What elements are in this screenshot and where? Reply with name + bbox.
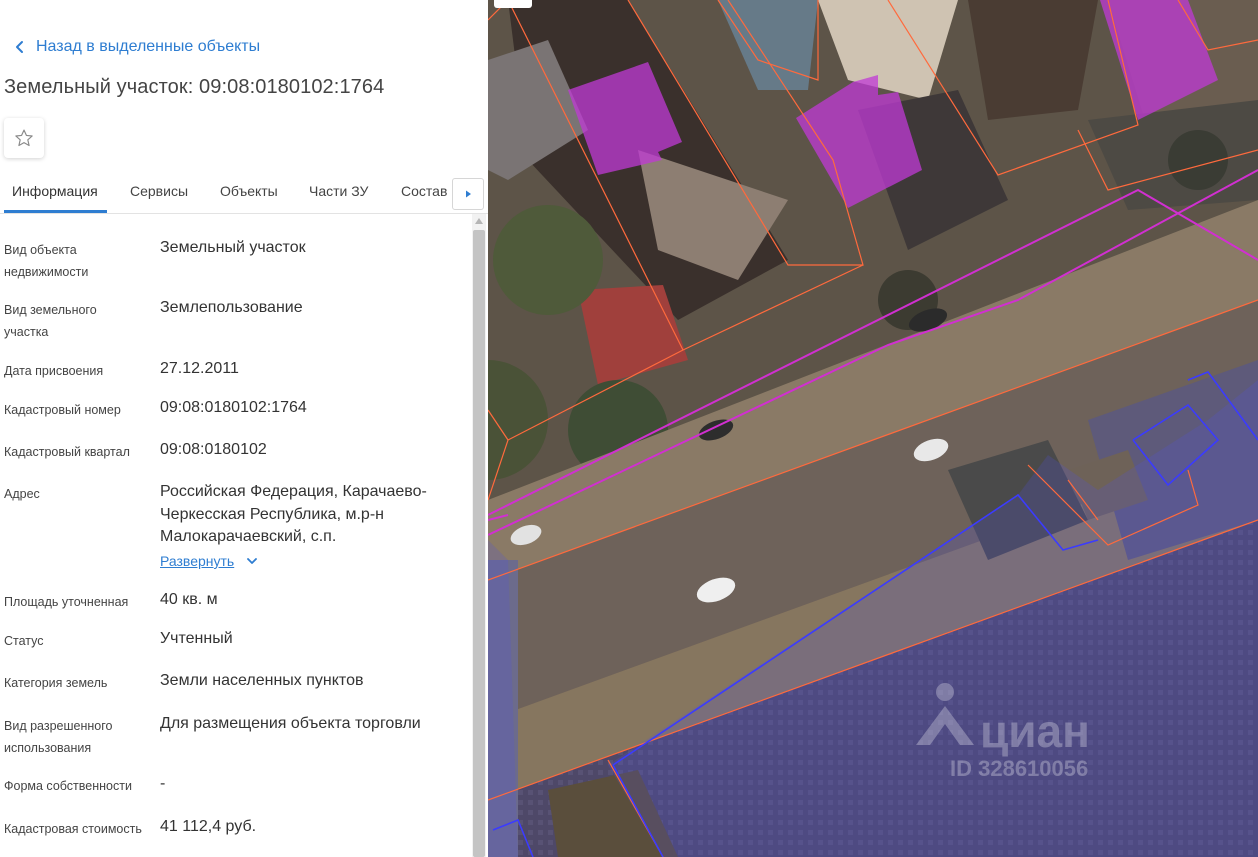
tab-objects[interactable]: Объекты bbox=[220, 183, 278, 199]
tabs-scroll-right-button[interactable] bbox=[452, 178, 484, 210]
field-value-cadastral-quarter: 09:08:0180102 bbox=[160, 441, 267, 458]
tab-services[interactable]: Сервисы bbox=[130, 183, 188, 199]
scroll-up-arrow-icon[interactable] bbox=[475, 218, 483, 224]
tab-information[interactable]: Информация bbox=[12, 183, 98, 199]
field-value-cadastral-number: 09:08:0180102:1764 bbox=[160, 399, 307, 416]
field-label-land-category: Категория земель bbox=[4, 676, 108, 690]
field-label-status: Статус bbox=[4, 634, 44, 648]
map-control-fragment[interactable] bbox=[494, 0, 532, 8]
info-panel: Назад в выделенные объекты Земельный уча… bbox=[0, 0, 488, 857]
map-view[interactable]: циан ID 328610056 bbox=[488, 0, 1258, 857]
field-label-cadastral-number: Кадастровый номер bbox=[4, 403, 121, 417]
chevron-left-icon bbox=[16, 41, 23, 53]
caret-right-icon bbox=[466, 190, 471, 198]
watermark-logo: циан bbox=[980, 705, 1090, 757]
field-value-land-category: Земли населенных пунктов bbox=[160, 672, 364, 689]
field-label-ownership: Форма собственности bbox=[4, 779, 132, 793]
field-value-permitted-use: Для размещения объекта торговли bbox=[160, 715, 421, 732]
field-label-area: Площадь уточненная bbox=[4, 595, 129, 609]
field-label-parcel-type: Вид земельного участка bbox=[4, 303, 97, 339]
expand-label: Развернуть bbox=[160, 553, 235, 569]
back-link-label: Назад в выделенные объекты bbox=[36, 38, 261, 55]
field-label-assign-date: Дата присвоения bbox=[4, 364, 104, 378]
field-value-area: 40 кв. м bbox=[160, 591, 218, 608]
back-link[interactable]: Назад в выделенные объекты bbox=[10, 37, 260, 57]
field-value-assign-date: 27.12.2011 bbox=[160, 360, 239, 377]
field-label-address: Адрес bbox=[4, 487, 40, 501]
field-value-address: Российская Федерация, Карачаево-Черкесск… bbox=[160, 483, 427, 545]
tab-bar: Информация Сервисы Объекты Части ЗУ Сост… bbox=[0, 172, 488, 214]
page-title: Земельный участок: 09:08:0180102:1764 bbox=[4, 76, 385, 98]
chevron-down-icon bbox=[247, 558, 258, 564]
tab-parts[interactable]: Части ЗУ bbox=[309, 183, 368, 199]
field-label-object-type: Вид объекта недвижимости bbox=[4, 243, 89, 279]
star-outline-icon bbox=[15, 129, 33, 147]
field-label-cadastral-quarter: Кадастровый квартал bbox=[4, 445, 130, 459]
favorite-button[interactable] bbox=[4, 118, 44, 158]
satellite-map[interactable]: циан ID 328610056 bbox=[488, 0, 1258, 857]
field-value-status: Учтенный bbox=[160, 630, 233, 647]
field-value-ownership: - bbox=[160, 775, 166, 792]
field-value-object-type: Земельный участок bbox=[160, 239, 306, 256]
scroll-thumb[interactable] bbox=[473, 230, 485, 857]
field-value-cadastral-value: 41 112,4 руб. bbox=[160, 818, 257, 835]
address-expand-link[interactable]: Развернуть bbox=[160, 553, 260, 569]
field-value-parcel-type: Землепользование bbox=[160, 299, 303, 316]
watermark-id: ID 328610056 bbox=[950, 756, 1088, 781]
tab-composition[interactable]: Состав bbox=[401, 183, 447, 199]
panel-scrollbar[interactable] bbox=[472, 214, 486, 857]
field-label-cadastral-value: Кадастровая стоимость bbox=[4, 822, 142, 836]
field-label-permitted-use: Вид разрешенного использования bbox=[4, 719, 113, 755]
active-tab-indicator bbox=[4, 210, 107, 213]
